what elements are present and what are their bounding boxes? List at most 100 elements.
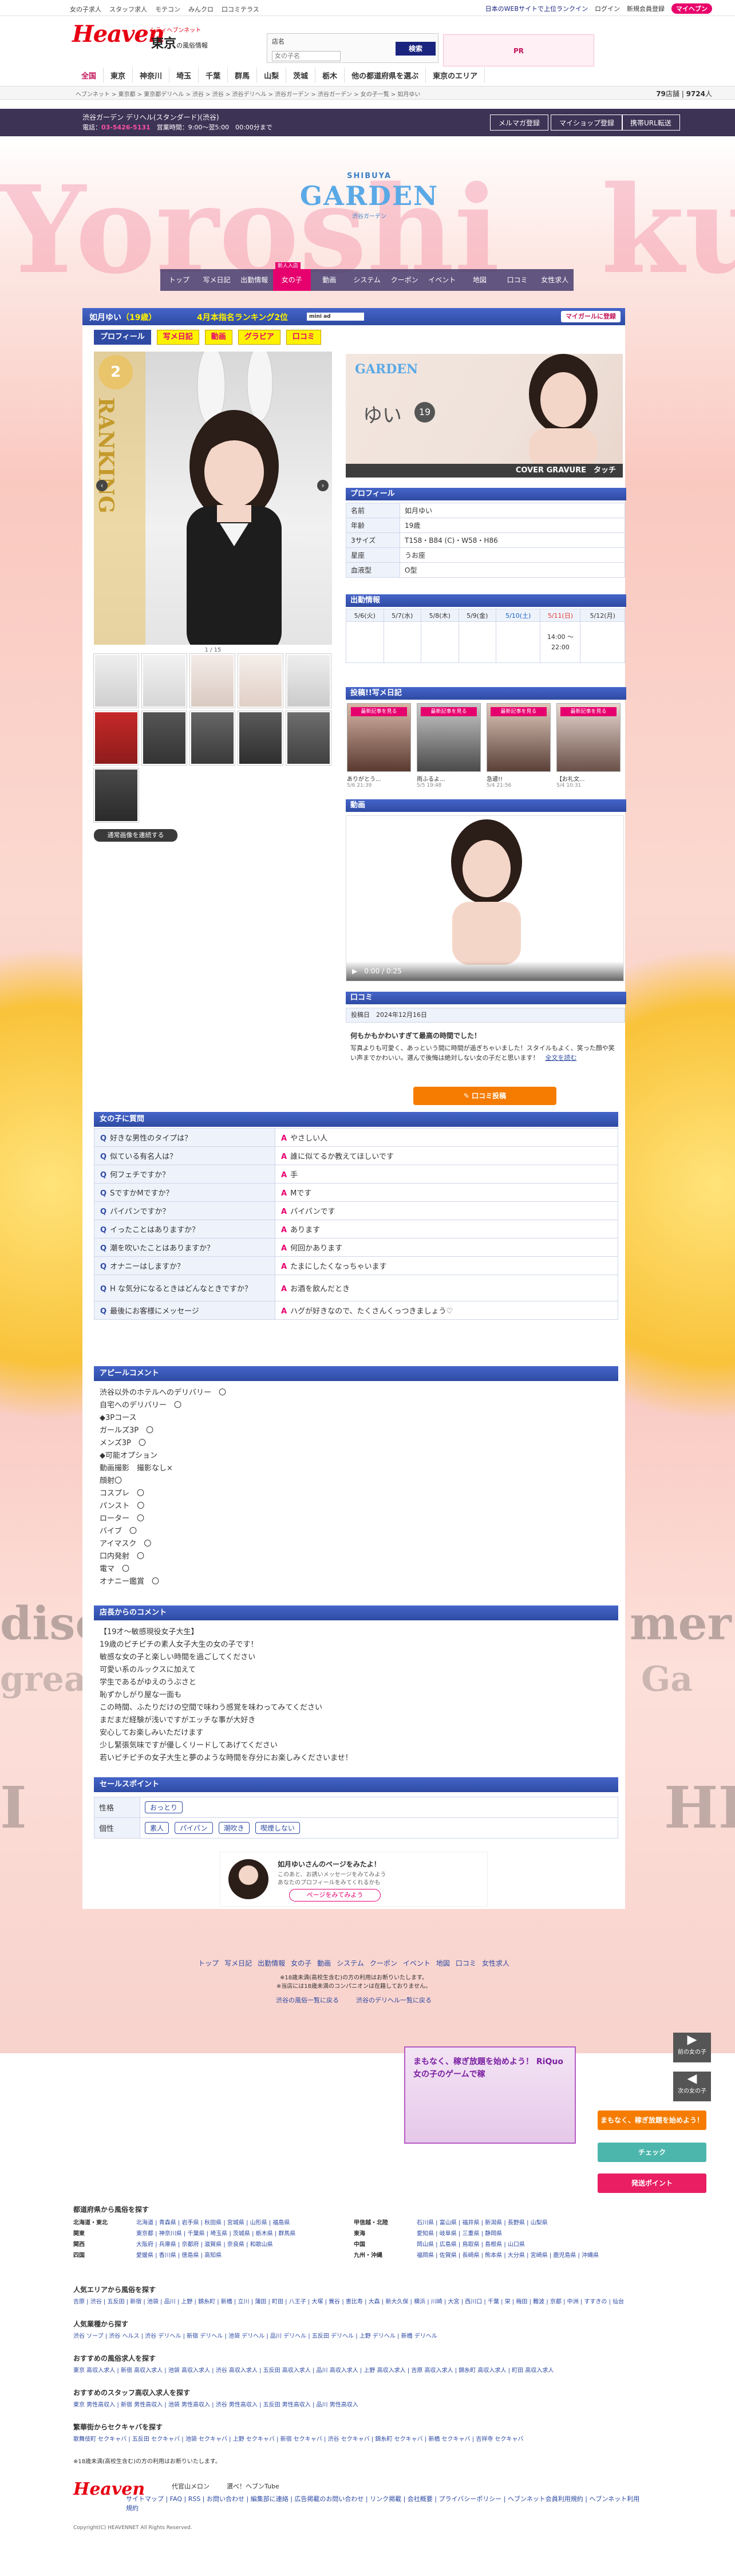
thumbnail[interactable] xyxy=(93,768,139,823)
video-controls[interactable]: ▶ 0:00 / 0:25 xyxy=(346,961,623,981)
sales-chip: 喫煙しない xyxy=(255,1822,300,1834)
bottom-link[interactable]: 出勤情報 xyxy=(258,1958,285,1968)
main-photo[interactable]: 2 RANKING xyxy=(94,352,332,645)
melon-link[interactable]: 代官山メロン xyxy=(172,2482,210,2491)
thumbnail[interactable] xyxy=(141,653,187,708)
shop-nav-item[interactable]: 女性求人 xyxy=(536,269,574,291)
diary-caption[interactable]: 【お礼文... 5/4 10:31 xyxy=(556,774,621,788)
diary-item[interactable]: 最新記事を見る xyxy=(417,703,481,772)
gnav-item[interactable]: 千葉 xyxy=(199,68,228,83)
shop-nav-item[interactable]: システム xyxy=(348,269,386,291)
photo-prev-button[interactable]: ‹ xyxy=(96,480,108,491)
tab-profile[interactable]: プロフィール xyxy=(94,330,151,345)
top-ranking-text[interactable]: 日本のWEBサイトで上位ランクイン xyxy=(485,4,588,13)
gnav-item[interactable]: 栃木 xyxy=(315,68,345,83)
thumbnail[interactable] xyxy=(93,653,139,708)
top-link[interactable]: スタッフ求人 xyxy=(109,5,147,14)
check-button[interactable]: チェック xyxy=(598,2143,706,2162)
add-mygirl-button[interactable]: マイガールに登録 xyxy=(561,311,621,322)
bottom-link[interactable]: 地図 xyxy=(436,1958,450,1968)
top-link[interactable]: モテコン xyxy=(155,5,180,14)
bottom-link[interactable]: トップ xyxy=(198,1958,219,1968)
gnav-item[interactable]: 山梨 xyxy=(257,68,287,83)
prev-girl-button[interactable]: ▶ 前の女の子 xyxy=(673,2033,711,2062)
gnav-item[interactable]: 東京のエリア xyxy=(426,68,485,83)
diary-item[interactable]: 最新記事を見る xyxy=(347,703,411,772)
point-button[interactable]: 発送ポイント xyxy=(598,2173,706,2193)
game-banner[interactable]: まもなく、稼ぎ放題を始めよう！ RiQuo 女の子のゲームで稼 xyxy=(404,2046,576,2144)
thumbnail[interactable] xyxy=(189,653,235,708)
gnav-item[interactable]: 埼玉 xyxy=(169,68,199,83)
gnav-item[interactable]: 東京 xyxy=(104,68,133,83)
top-link[interactable]: みんクロ xyxy=(188,5,214,14)
thumbnail[interactable] xyxy=(238,653,283,708)
top-link[interactable]: 女の子求人 xyxy=(70,5,101,14)
header-banner[interactable]: PR xyxy=(443,34,594,66)
shop-nav-item[interactable]: イベント xyxy=(423,269,461,291)
read-more-link[interactable]: 全文を読む xyxy=(545,1054,576,1062)
tab-diary[interactable]: 写メ日記 xyxy=(156,330,199,345)
bottom-link[interactable]: イベント xyxy=(403,1958,430,1968)
tab-review[interactable]: 口コミ xyxy=(286,330,321,345)
search-button[interactable]: 検索 xyxy=(396,42,436,56)
gnav-item[interactable]: 全国 xyxy=(74,68,104,83)
thumbnail[interactable] xyxy=(189,711,235,766)
thumbnail[interactable] xyxy=(141,711,187,766)
view-page-button[interactable]: ページをみてみよう xyxy=(289,1889,381,1902)
thumbnail[interactable] xyxy=(286,711,331,766)
thumbnail[interactable] xyxy=(93,711,139,766)
diary-caption[interactable]: ありがとう... 5/6 21:39 xyxy=(347,774,411,788)
autoplay-button[interactable]: 通常画像を連続する xyxy=(94,829,177,842)
bottom-link[interactable]: 女の子 xyxy=(291,1958,311,1968)
diary-caption[interactable]: 急遽!! 5/4 21:56 xyxy=(487,774,551,788)
gnav-item[interactable]: 茨城 xyxy=(286,68,316,83)
tube-link[interactable]: 選べ！ヘブンTube xyxy=(227,2482,279,2491)
back-to-genre-link[interactable]: 渋谷のデリヘル一覧に戻る xyxy=(356,1995,432,2005)
tab-gravure[interactable]: グラビア xyxy=(238,330,280,345)
video-player[interactable]: ▶ 0:00 / 0:25 xyxy=(346,815,624,981)
gnav-item[interactable]: 神奈川 xyxy=(133,68,170,83)
thumbnail[interactable] xyxy=(286,653,331,708)
myshop-button[interactable]: マイショップ登録 xyxy=(551,115,623,131)
bottom-link[interactable]: システム xyxy=(337,1958,364,1968)
photo-next-button[interactable]: › xyxy=(317,480,329,491)
appeal-comment: 渋谷以外のホテルへのデリバリー 〇自宅へのデリバリー 〇 ◆3Pコース ガールズ3P… xyxy=(100,1388,227,1586)
mini-ad[interactable]: mini ad xyxy=(307,313,364,321)
bottom-link[interactable]: 女性求人 xyxy=(482,1958,509,1968)
shop-nav-item[interactable]: 出勤情報 xyxy=(235,269,273,291)
bottom-link[interactable]: 口コミ xyxy=(456,1958,476,1968)
shop-nav-item[interactable]: 写メ日記 xyxy=(198,269,236,291)
cover-gravure[interactable]: GARDEN ゆい 19 COVER GRAVURE タッチ xyxy=(346,354,623,478)
diary-item[interactable]: 最新記事を見る xyxy=(487,703,551,772)
mobile-url-button[interactable]: 携帯URL転送 xyxy=(622,115,680,131)
login-link[interactable]: ログイン xyxy=(595,4,620,13)
post-review-button[interactable]: ✎ 口コミ投稿 xyxy=(413,1087,556,1105)
shop-nav-item[interactable]: 口コミ xyxy=(499,269,536,291)
top-link[interactable]: 口コミテラス xyxy=(222,5,259,14)
shop-nav-item[interactable]: クーポン xyxy=(386,269,424,291)
shop-nav-item[interactable]: 地図 xyxy=(461,269,499,291)
tab-video[interactable]: 動画 xyxy=(204,330,232,345)
shop-nav-item[interactable]: 動画 xyxy=(311,269,349,291)
search-input[interactable] xyxy=(272,51,341,61)
mypage-button[interactable]: マイヘブン xyxy=(671,3,712,14)
bottom-link[interactable]: クーポン xyxy=(370,1958,397,1968)
shop-nav-item[interactable]: トップ xyxy=(160,269,198,291)
shop-logo[interactable]: SHIBUYA GARDEN 渋谷ガーデン xyxy=(298,172,441,235)
side-promo-button[interactable]: まもなく、稼ぎ放題を始めよう！ RiQuo 女の子のゲームで稼 xyxy=(598,2110,706,2144)
bottom-link[interactable]: 写メ日記 xyxy=(224,1958,252,1968)
back-to-area-link[interactable]: 渋谷の風俗一覧に戻る xyxy=(276,1995,339,2005)
shop-name[interactable]: 渋谷ガーデン デリヘル(スタンダード)(渋谷) xyxy=(82,112,219,122)
next-girl-button[interactable]: ◀ 次の女の子 xyxy=(673,2072,711,2101)
shop-nav-item-girls[interactable]: 女の子 新人入店 xyxy=(272,262,311,291)
diary-caption[interactable]: 雨ふるよ... 5/5 19:48 xyxy=(417,774,481,788)
footer-links[interactable]: サイトマップ | FAQ | RSS | お問い合わせ | 編集部に連絡 | 広… xyxy=(126,2494,641,2512)
register-link[interactable]: 新規会員登録 xyxy=(627,4,665,13)
mailmag-button[interactable]: メルマガ登録 xyxy=(490,115,549,131)
bottom-link[interactable]: 動画 xyxy=(317,1958,331,1968)
gnav-item[interactable]: 他の都道府県を選ぶ xyxy=(345,68,426,83)
video-header: 動画 xyxy=(346,799,626,812)
diary-item[interactable]: 最新記事を見る xyxy=(556,703,621,772)
gnav-item[interactable]: 群馬 xyxy=(228,68,258,83)
thumbnail[interactable] xyxy=(238,711,283,766)
